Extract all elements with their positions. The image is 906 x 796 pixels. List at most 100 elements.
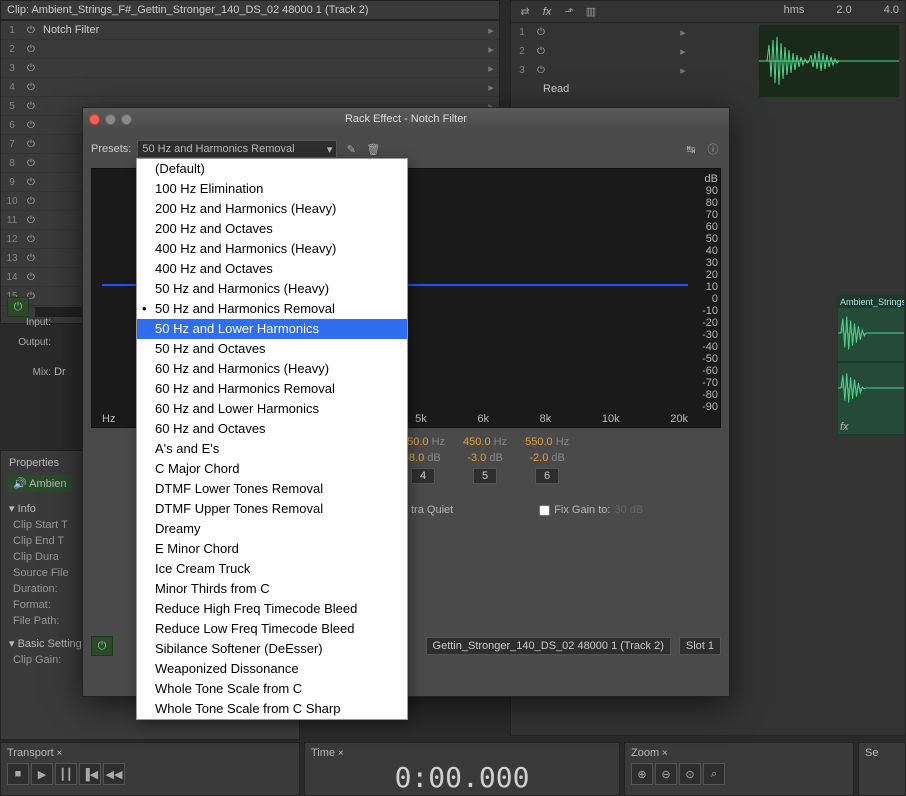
- preset-menu-item[interactable]: 60 Hz and Lower Harmonics: [137, 399, 407, 419]
- slot-power-icon[interactable]: ⏻: [23, 251, 39, 265]
- fix-gain-value[interactable]: 30 dB: [614, 504, 643, 516]
- preset-menu-item[interactable]: 50 Hz and Harmonics Removal: [137, 299, 407, 319]
- slot-power-icon[interactable]: ⏻: [23, 99, 39, 113]
- preset-menu-item[interactable]: 50 Hz and Lower Harmonics: [137, 319, 407, 339]
- delete-preset-icon[interactable]: 🗑: [365, 141, 381, 157]
- preset-menu-item[interactable]: 200 Hz and Harmonics (Heavy): [137, 199, 407, 219]
- band-number[interactable]: 5: [473, 468, 497, 484]
- track-fx-slot[interactable]: 1⏻▸: [511, 23, 691, 42]
- zoom-tool-button[interactable]: ⌕: [703, 763, 725, 785]
- preset-menu-item[interactable]: (Default): [137, 159, 407, 179]
- info-icon[interactable]: ⓘ: [705, 141, 721, 157]
- preset-menu-item[interactable]: 60 Hz and Octaves: [137, 419, 407, 439]
- slot-number: 7: [1, 139, 23, 150]
- play-button[interactable]: ▶: [31, 763, 53, 785]
- fx-slot-row[interactable]: 1 ⏻ Notch Filter ▸: [1, 21, 499, 40]
- slot-power-icon[interactable]: ⏻: [23, 194, 39, 208]
- clip-name-tag[interactable]: 🔊 Ambien: [7, 475, 72, 492]
- slot-power-icon[interactable]: ⏻: [533, 44, 549, 58]
- preset-menu-item[interactable]: A's and E's: [137, 439, 407, 459]
- zoom-out-button[interactable]: ⊖: [655, 763, 677, 785]
- slot-power-icon[interactable]: ⏻: [533, 63, 549, 77]
- preset-menu-item[interactable]: 400 Hz and Harmonics (Heavy): [137, 239, 407, 259]
- band-number[interactable]: 6: [535, 468, 559, 484]
- save-preset-icon[interactable]: ✎: [343, 141, 359, 157]
- band-number[interactable]: 4: [411, 468, 435, 484]
- slot-arrow-icon[interactable]: ▸: [483, 43, 499, 56]
- preset-menu-item[interactable]: Whole Tone Scale from C: [137, 679, 407, 699]
- slot-arrow-icon[interactable]: ▸: [483, 24, 499, 37]
- time-display: 0:00.000: [309, 761, 615, 794]
- footer-clip-name[interactable]: Gettin_Stronger_140_DS_02 48000 1 (Track…: [426, 637, 671, 655]
- slot-power-icon[interactable]: ⏻: [23, 232, 39, 246]
- preset-menu-item[interactable]: Reduce Low Freq Timecode Bleed: [137, 619, 407, 639]
- slot-power-icon[interactable]: ⏻: [23, 175, 39, 189]
- slot-power-icon[interactable]: ⏻: [23, 137, 39, 151]
- preset-menu-item[interactable]: Ice Cream Truck: [137, 559, 407, 579]
- slot-power-icon[interactable]: ⏻: [533, 25, 549, 39]
- preset-menu-item[interactable]: 50 Hz and Octaves: [137, 339, 407, 359]
- rack-power-button[interactable]: ⏻: [7, 297, 29, 317]
- slot-power-icon[interactable]: ⏻: [23, 80, 39, 94]
- window-titlebar[interactable]: Rack Effect - Notch Filter: [83, 108, 729, 130]
- swap-icon[interactable]: ⇄: [517, 4, 533, 20]
- preset-menu-item[interactable]: 50 Hz and Harmonics (Heavy): [137, 279, 407, 299]
- fix-gain-checkbox[interactable]: [539, 505, 550, 516]
- preset-menu-item[interactable]: 60 Hz and Harmonics (Heavy): [137, 359, 407, 379]
- preset-menu[interactable]: (Default)100 Hz Elimination200 Hz and Ha…: [136, 158, 408, 720]
- preset-menu-item[interactable]: C Major Chord: [137, 459, 407, 479]
- time-ruler[interactable]: hms2.04.0: [784, 4, 899, 16]
- skip-back-button[interactable]: ▐◀: [79, 763, 101, 785]
- preset-menu-item[interactable]: Weaponized Dissonance: [137, 659, 407, 679]
- slot-power-icon[interactable]: ⏻: [23, 61, 39, 75]
- fx-slot-row[interactable]: 2 ⏻ ▸: [1, 40, 499, 59]
- fx-slot-row[interactable]: 4 ⏻ ▸: [1, 78, 499, 97]
- preset-menu-item[interactable]: Reduce High Freq Timecode Bleed: [137, 599, 407, 619]
- slot-arrow-icon[interactable]: ▸: [483, 62, 499, 75]
- preset-menu-item[interactable]: E Minor Chord: [137, 539, 407, 559]
- timeline-clip[interactable]: Ambient_Strings fx: [837, 295, 905, 435]
- meters-icon[interactable]: ▥: [583, 4, 599, 20]
- slot-power-icon[interactable]: ⏻: [23, 156, 39, 170]
- route-icon[interactable]: ↹: [683, 141, 699, 157]
- preset-menu-item[interactable]: Whole Tone Scale from C Sharp: [137, 699, 407, 719]
- preset-menu-item[interactable]: DTMF Lower Tones Removal: [137, 479, 407, 499]
- preset-menu-item[interactable]: Minor Thirds from C: [137, 579, 407, 599]
- fx-icon[interactable]: fx: [539, 4, 555, 20]
- preset-menu-item[interactable]: 100 Hz Elimination: [137, 179, 407, 199]
- fx-slot-row[interactable]: 3 ⏻ ▸: [1, 59, 499, 78]
- preset-menu-item[interactable]: 60 Hz and Harmonics Removal: [137, 379, 407, 399]
- zoom-fit-button[interactable]: ⊙: [679, 763, 701, 785]
- preset-menu-item[interactable]: Sibilance Softener (DeEsser): [137, 639, 407, 659]
- slot-effect-name[interactable]: Notch Filter: [39, 24, 483, 36]
- slot-power-icon[interactable]: ⏻: [23, 118, 39, 132]
- mix-value[interactable]: Dr: [54, 366, 66, 378]
- preset-menu-item[interactable]: DTMF Upper Tones Removal: [137, 499, 407, 519]
- preset-menu-item[interactable]: Dreamy: [137, 519, 407, 539]
- eq-band[interactable]: 550.0 Hz -2.0 dB 6: [525, 436, 569, 484]
- preset-dropdown[interactable]: 50 Hz and Harmonics Removal ▾: [137, 140, 337, 158]
- presets-label: Presets:: [91, 143, 131, 155]
- slot-power-icon[interactable]: ⏻: [23, 270, 39, 284]
- effect-power-button[interactable]: ⏻: [91, 636, 113, 656]
- input-label: Input:: [5, 317, 51, 328]
- slot-power-icon[interactable]: ⏻: [23, 213, 39, 227]
- automation-read[interactable]: Read: [533, 83, 691, 95]
- slot-arrow-icon[interactable]: ▸: [483, 81, 499, 94]
- slot-number: 14: [1, 272, 23, 283]
- pause-button[interactable]: ┃┃: [55, 763, 77, 785]
- slot-power-icon[interactable]: ⏻: [23, 23, 39, 37]
- slot-power-icon[interactable]: ⏻: [23, 42, 39, 56]
- clip-label: Ambient_Strings: [838, 296, 904, 308]
- preset-menu-item[interactable]: 200 Hz and Octaves: [137, 219, 407, 239]
- rewind-button[interactable]: ◀◀: [103, 763, 125, 785]
- envelope-icon[interactable]: ⬏: [561, 4, 577, 20]
- footer-slot[interactable]: Slot 1: [679, 637, 721, 655]
- eq-band[interactable]: 450.0 Hz -3.0 dB 5: [463, 436, 507, 484]
- track-fx-slot[interactable]: 3⏻▸: [511, 61, 691, 80]
- stop-button[interactable]: ■: [7, 763, 29, 785]
- preset-menu-item[interactable]: 400 Hz and Octaves: [137, 259, 407, 279]
- zoom-in-button[interactable]: ⊕: [631, 763, 653, 785]
- waveform-thumbnail[interactable]: [759, 25, 899, 97]
- track-fx-slot[interactable]: 2⏻▸: [511, 42, 691, 61]
